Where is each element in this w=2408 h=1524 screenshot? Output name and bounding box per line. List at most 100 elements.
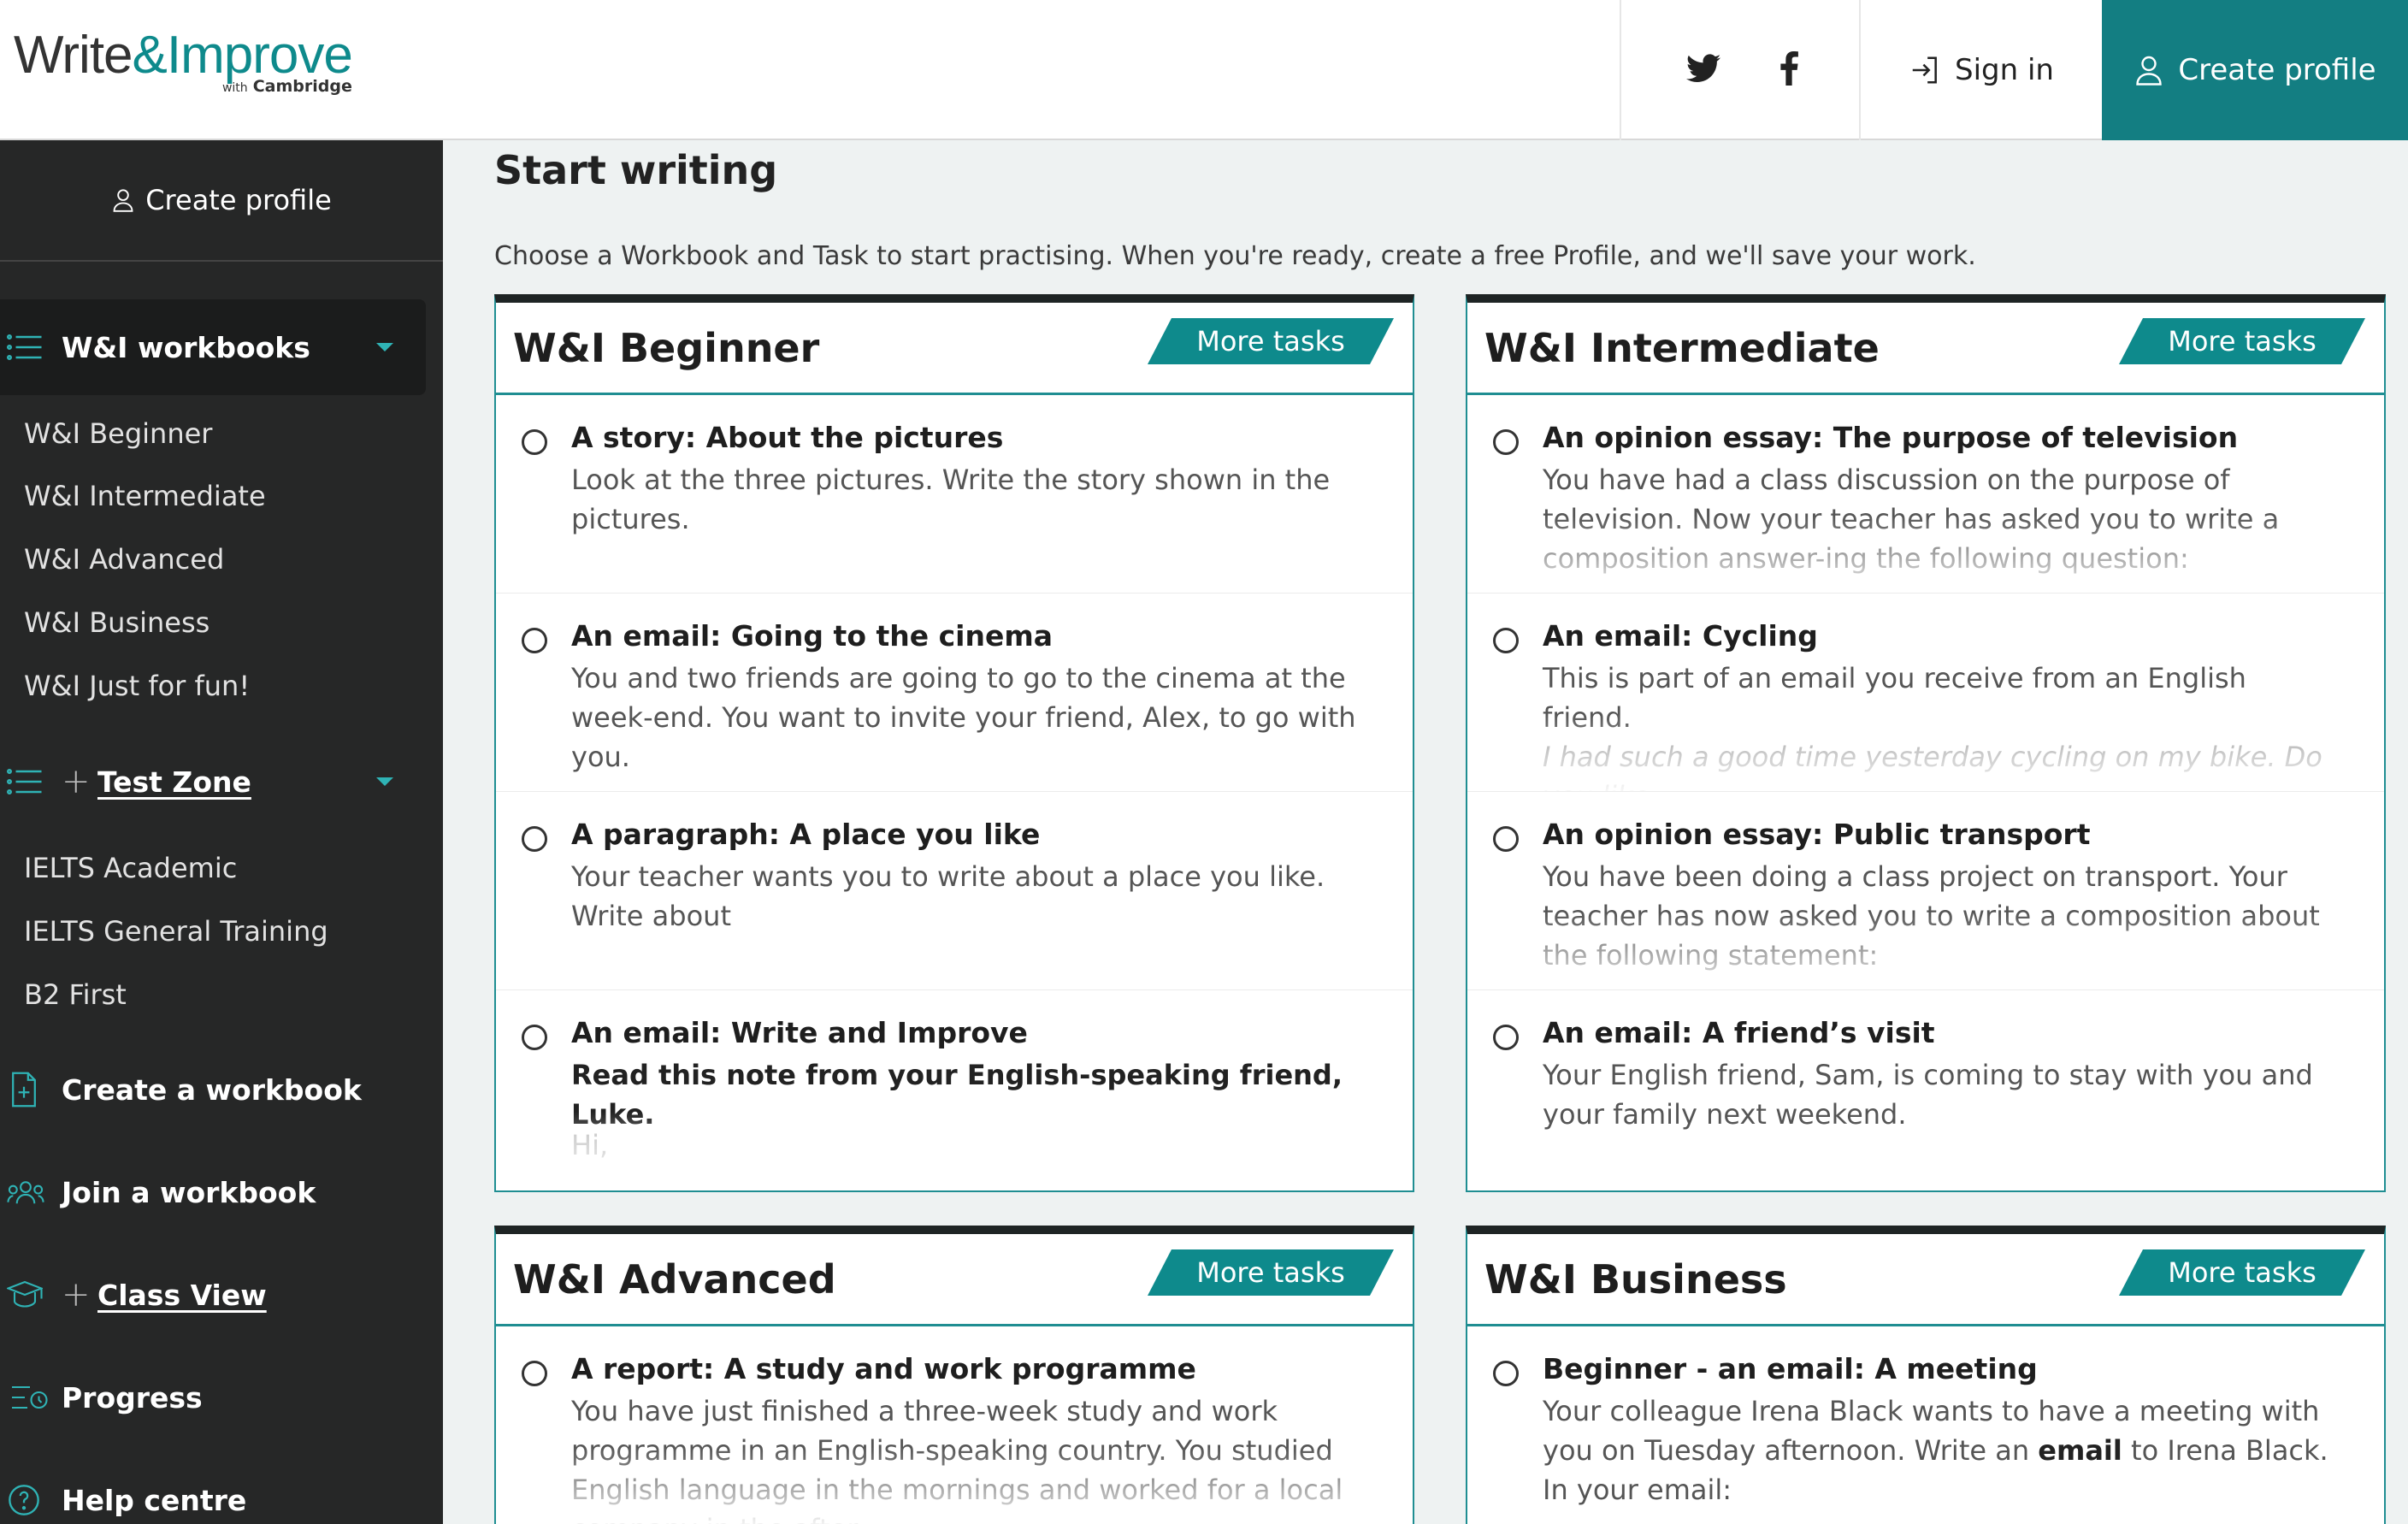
sign-in-label: Sign in — [1955, 53, 2054, 87]
sign-in-icon — [1912, 56, 1937, 84]
radio-button[interactable] — [522, 826, 547, 852]
group-icon — [7, 1181, 44, 1204]
task-description: This is part of an email you receive fro… — [1543, 662, 2246, 734]
progress-icon — [12, 1385, 48, 1409]
sidebar-item-ielts-general[interactable]: IELTS General Training — [24, 915, 328, 948]
more-tasks-button[interactable]: More tasks — [1148, 318, 1394, 364]
radio-button[interactable] — [1493, 628, 1519, 653]
card-header: W&I Business More tasks — [1467, 1234, 2384, 1326]
workbook-card-advanced: W&I Advanced More tasks A report: A stud… — [494, 1226, 1414, 1524]
social-links — [1620, 0, 1861, 140]
task-description: You have just finished a three-week stud… — [571, 1395, 1343, 1524]
radio-button[interactable] — [1493, 826, 1519, 852]
task-item[interactable]: A paragraph: A place you like Your teach… — [496, 792, 1413, 990]
emphasis-email: email — [2038, 1434, 2122, 1467]
sidebar-section-label: Test Zone — [97, 765, 251, 799]
create-profile-button[interactable]: Create profile — [2102, 0, 2408, 140]
sidebar: Create profile W&I workbooks W&I Beginne… — [0, 140, 443, 1524]
sidebar-help-centre[interactable]: Help centre — [0, 1452, 426, 1524]
sidebar-progress[interactable]: Progress — [0, 1350, 426, 1445]
more-tasks-button[interactable]: More tasks — [1148, 1249, 1394, 1296]
task-item[interactable]: A story: About the pictures Look at the … — [496, 395, 1413, 594]
radio-button[interactable] — [522, 1025, 547, 1050]
task-item[interactable]: A report: A study and work programme You… — [496, 1326, 1413, 1524]
task-item[interactable]: An opinion essay: Public transport You h… — [1467, 792, 2384, 990]
user-icon — [113, 189, 133, 212]
radio-button[interactable] — [522, 628, 547, 653]
logo[interactable]: Write&Improve with Cambridge — [14, 26, 353, 111]
sidebar-item-intermediate[interactable]: W&I Intermediate — [24, 480, 266, 512]
sidebar-item-advanced[interactable]: W&I Advanced — [24, 543, 224, 576]
task-description: Your teacher wants you to write about a … — [571, 860, 1325, 932]
radio-button[interactable] — [522, 429, 547, 455]
sidebar-item-label: Join a workbook — [62, 1175, 316, 1209]
sidebar-item-beginner[interactable]: W&I Beginner — [24, 417, 212, 450]
help-icon — [9, 1485, 39, 1515]
task-description: Read this note from your English-speakin… — [571, 1059, 1343, 1131]
facebook-icon[interactable] — [1763, 43, 1815, 94]
more-tasks-button[interactable]: More tasks — [2119, 1249, 2365, 1296]
task-title: A report: A study and work programme — [571, 1352, 1196, 1385]
create-profile-label: Create profile — [2178, 53, 2376, 87]
task-title: A paragraph: A place you like — [571, 818, 1041, 851]
task-title: An opinion essay: The purpose of televis… — [1543, 421, 2239, 454]
sidebar-item-label: Progress — [62, 1380, 203, 1415]
sidebar-create-profile-label: Create profile — [145, 184, 332, 216]
task-item[interactable]: An email: Cycling This is part of an ema… — [1467, 594, 2384, 792]
task-description: Look at the three pictures. Write the st… — [571, 464, 1331, 535]
workbook-card-business: W&I Business More tasks Beginner - an em… — [1466, 1226, 2386, 1524]
sidebar-item-label: Help centre — [62, 1483, 247, 1517]
logo-subtitle: with Cambridge — [221, 77, 352, 96]
workbook-card-beginner: W&I Beginner More tasks A story: About t… — [494, 294, 1414, 1192]
sidebar-join-workbook[interactable]: Join a workbook — [0, 1144, 426, 1240]
sidebar-create-profile[interactable]: Create profile — [0, 140, 443, 262]
task-excerpt: I had such a good time yesterday cycling… — [1543, 741, 2322, 791]
radio-button[interactable] — [1493, 429, 1519, 455]
sign-in-button[interactable]: Sign in — [1861, 0, 2102, 140]
task-description: You and two friends are going to go to t… — [571, 662, 1356, 773]
task-item[interactable]: An email: Going to the cinema You and tw… — [496, 594, 1413, 792]
top-header: Write&Improve with Cambridge Sign in Cre… — [0, 0, 2408, 140]
chevron-down-icon[interactable] — [376, 343, 393, 351]
list-icon — [7, 769, 42, 794]
sidebar-item-b2-first[interactable]: B2 First — [24, 978, 127, 1011]
chevron-down-icon[interactable] — [376, 777, 393, 786]
card-header: W&I Beginner More tasks — [496, 303, 1413, 395]
graduation-cap-icon — [7, 1280, 43, 1308]
sidebar-section-test-zone[interactable]: + Test Zone — [0, 734, 426, 830]
task-title: A story: About the pictures — [571, 421, 1004, 454]
task-description: Your English friend, Sam, is coming to s… — [1543, 1059, 2313, 1131]
task-description: Your colleague Irena Black wants to have… — [1543, 1395, 2328, 1506]
twitter-icon[interactable] — [1678, 43, 1729, 94]
task-title: An email: Cycling — [1543, 619, 1818, 653]
sidebar-section-workbooks[interactable]: W&I workbooks — [0, 299, 426, 395]
radio-button[interactable] — [1493, 1361, 1519, 1386]
radio-button[interactable] — [522, 1361, 547, 1386]
task-title: An email: Going to the cinema — [571, 619, 1054, 653]
task-item[interactable]: Beginner - an email: A meeting Your coll… — [1467, 1326, 2384, 1524]
page-title: Start writing — [494, 147, 778, 193]
more-tasks-button[interactable]: More tasks — [2119, 318, 2365, 364]
task-item[interactable]: An email: Write and Improve Read this no… — [496, 990, 1413, 1189]
card-title: W&I Beginner — [513, 325, 820, 371]
task-excerpt: Hi, — [571, 1129, 609, 1161]
task-title: An email: Write and Improve — [571, 1016, 1028, 1049]
sidebar-create-workbook[interactable]: Create a workbook — [0, 1042, 426, 1137]
sidebar-section-label: W&I workbooks — [62, 330, 310, 364]
sidebar-item-label: Class View — [97, 1278, 267, 1312]
sidebar-class-view[interactable]: + Class View — [0, 1247, 426, 1343]
task-item[interactable]: An opinion essay: The purpose of televis… — [1467, 395, 2384, 594]
sidebar-item-just-for-fun[interactable]: W&I Just for fun! — [24, 670, 250, 702]
sidebar-item-label: Create a workbook — [62, 1072, 362, 1107]
plus-icon: + — [62, 1275, 91, 1314]
sidebar-item-ielts-academic[interactable]: IELTS Academic — [24, 852, 237, 884]
task-description: You have had a class discussion on the p… — [1543, 464, 2280, 575]
plus-icon: + — [62, 762, 91, 801]
card-title: W&I Business — [1484, 1256, 1787, 1302]
radio-button[interactable] — [1493, 1025, 1519, 1050]
sidebar-item-business[interactable]: W&I Business — [24, 606, 210, 639]
task-item[interactable]: An email: A friend’s visit Your English … — [1467, 990, 2384, 1189]
card-header: W&I Advanced More tasks — [496, 1234, 1413, 1326]
card-title: W&I Intermediate — [1484, 325, 1880, 371]
task-title: Beginner - an email: A meeting — [1543, 1352, 2038, 1385]
